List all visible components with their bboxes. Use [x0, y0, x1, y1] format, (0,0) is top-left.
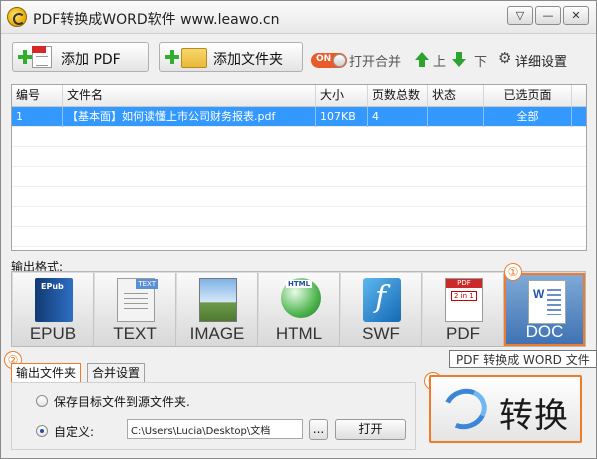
custom-path-label[interactable]: 自定义: — [54, 423, 94, 440]
add-pdf-label: 添加 PDF — [61, 52, 121, 68]
output-path-field[interactable] — [127, 419, 303, 439]
format-text-button[interactable]: TEXT — [95, 273, 176, 346]
empty-row — [12, 127, 586, 147]
step-badge-1: ① — [504, 263, 522, 281]
format-label: IMAGE — [189, 324, 245, 343]
cell-pages: 4 — [368, 107, 428, 127]
format-doc-button[interactable]: DOC — [504, 273, 585, 346]
column-header-status[interactable]: 状态 — [428, 85, 484, 106]
empty-row — [12, 147, 586, 167]
flash-icon — [363, 278, 401, 322]
format-label: HTML — [275, 324, 323, 343]
convert-label: 转换 — [499, 396, 569, 436]
text-icon — [117, 278, 158, 322]
format-image-button[interactable]: IMAGE — [177, 273, 258, 346]
save-to-source-radio[interactable] — [36, 395, 48, 407]
tab-output-folder[interactable]: 输出文件夹 — [11, 363, 82, 383]
format-pdf-button[interactable]: PDF — [423, 273, 504, 346]
cell-filename: 【基本面】如何读懂上市公司财务报表.pdf — [63, 107, 316, 127]
empty-row — [12, 187, 586, 207]
html-globe-icon — [281, 278, 321, 318]
plus-icon — [18, 50, 32, 64]
image-icon — [199, 278, 237, 322]
cell-size: 107KB — [316, 107, 368, 127]
empty-row — [12, 167, 586, 187]
file-table: 编号 文件名 大小 页数总数 状态 已选页面 1 【基本面】如何读懂上市公司财务… — [11, 84, 587, 251]
custom-path-radio[interactable] — [36, 425, 48, 437]
pdf-file-icon — [32, 46, 52, 68]
open-folder-button[interactable]: 打开 — [335, 419, 406, 440]
format-label: SWF — [362, 324, 400, 343]
convert-button[interactable]: 转换 — [429, 375, 582, 443]
menu-button[interactable]: ▽ — [507, 6, 533, 25]
minimize-button[interactable]: — — [535, 6, 561, 25]
convert-arrows-icon — [437, 382, 493, 436]
detailed-settings-button[interactable]: 详细设置 — [515, 51, 567, 70]
empty-row — [12, 207, 586, 227]
format-label: EPUB — [29, 324, 77, 343]
format-label: TEXT — [113, 324, 157, 343]
column-header-size[interactable]: 大小 — [316, 85, 368, 106]
toggle-knob — [333, 54, 346, 67]
column-header-number[interactable]: 编号 — [12, 85, 63, 106]
window-title: PDF转换成WORD软件 www.leawo.cn — [33, 12, 280, 28]
move-down-button[interactable]: 下 — [474, 51, 487, 70]
arrow-up-icon[interactable] — [415, 52, 429, 67]
merge-toggle[interactable]: ON — [311, 53, 347, 68]
add-folder-button[interactable]: 添加文件夹 — [159, 42, 303, 72]
close-button[interactable]: ✕ — [563, 6, 589, 25]
title-bar: PDF转换成WORD软件 www.leawo.cn ▽ — ✕ — [1, 1, 596, 34]
arrow-down-icon[interactable] — [452, 52, 466, 67]
app-logo-icon — [7, 7, 27, 27]
table-header: 编号 文件名 大小 页数总数 状态 已选页面 — [12, 85, 586, 107]
format-label: PDF — [446, 324, 480, 343]
tab-merge-settings[interactable]: 合并设置 — [87, 363, 146, 383]
doc-tooltip: PDF 转换成 WORD 文件 — [449, 350, 597, 368]
cell-status — [428, 107, 484, 127]
epub-icon — [35, 278, 73, 322]
browse-button[interactable]: ... — [309, 419, 328, 440]
word-doc-icon — [528, 280, 566, 324]
folder-icon — [181, 48, 207, 68]
add-folder-label: 添加文件夹 — [213, 52, 283, 68]
move-up-button[interactable]: 上 — [433, 51, 446, 70]
format-label: DOC — [525, 322, 564, 341]
app-window: PDF转换成WORD软件 www.leawo.cn ▽ — ✕ 添加 PDF 添… — [0, 0, 597, 459]
column-header-filename[interactable]: 文件名 — [63, 85, 316, 106]
column-header-pages[interactable]: 页数总数 — [368, 85, 428, 106]
empty-row — [12, 227, 586, 247]
format-swf-button[interactable]: SWF — [341, 273, 422, 346]
pdf-icon — [445, 278, 483, 322]
format-html-button[interactable]: HTML — [259, 273, 340, 346]
column-header-selected-pages[interactable]: 已选页面 — [484, 85, 572, 106]
add-pdf-button[interactable]: 添加 PDF — [12, 42, 149, 72]
toggle-state-label: ON — [316, 54, 332, 64]
save-to-source-label[interactable]: 保存目标文件到源文件夹. — [54, 393, 190, 410]
merge-label[interactable]: 打开合并 — [349, 51, 401, 70]
cell-selected-pages[interactable]: 全部 — [484, 107, 572, 127]
plus-icon — [165, 50, 179, 64]
cell-number: 1 — [12, 107, 63, 127]
format-epub-button[interactable]: EPUB — [13, 273, 94, 346]
gear-icon[interactable]: ⚙ — [498, 50, 511, 66]
format-bar: EPUB TEXT IMAGE HTML SWF PDF DOC — [11, 271, 586, 347]
table-row[interactable]: 1 【基本面】如何读懂上市公司财务报表.pdf 107KB 4 全部 — [12, 107, 586, 127]
